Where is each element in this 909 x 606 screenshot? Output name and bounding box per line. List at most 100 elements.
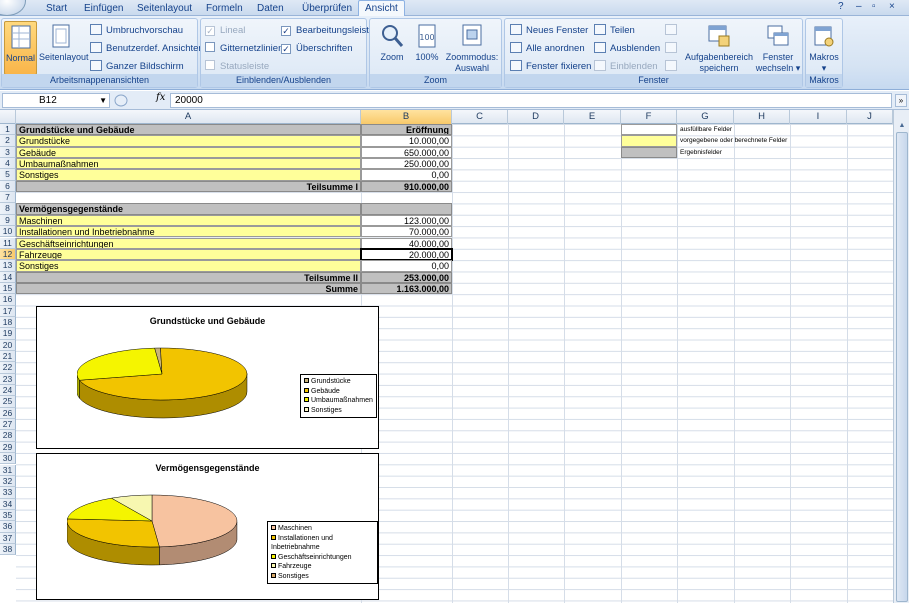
row-header-2[interactable]: 2: [0, 135, 16, 147]
row-header-23[interactable]: 23: [0, 373, 16, 386]
row-header-1[interactable]: 1: [0, 124, 16, 136]
cell-a12[interactable]: Fahrzeuge: [16, 248, 361, 261]
row-header-7[interactable]: 7: [0, 192, 16, 204]
help-icon[interactable]: ?: [838, 1, 844, 13]
row-header-28[interactable]: 28: [0, 430, 16, 442]
row-header-17[interactable]: 17: [0, 305, 16, 317]
column-header-d[interactable]: D: [508, 110, 564, 124]
worksheet-grid[interactable]: Grundstücke und Gebäude Eröffnung Grunds…: [16, 124, 893, 603]
formula-input[interactable]: 20000: [170, 93, 892, 108]
row-header-8[interactable]: 8: [0, 203, 16, 215]
cell-b4[interactable]: 250.000,00: [361, 158, 452, 170]
minimize-icon[interactable]: –: [856, 1, 862, 13]
cell-a9[interactable]: Maschinen: [16, 214, 361, 227]
page-layout-button[interactable]: Seitenlayout: [39, 21, 89, 75]
row-header-14[interactable]: 14: [0, 271, 16, 283]
fenster-fixieren-button[interactable]: Fenster fixieren ▾: [510, 59, 599, 75]
row-header-31[interactable]: 31: [0, 464, 16, 476]
cell-a1[interactable]: Grundstücke und Gebäude: [16, 124, 361, 136]
row-header-24[interactable]: 24: [0, 385, 16, 397]
lineal-checkbox[interactable]: ✓ Lineal: [205, 23, 245, 39]
column-header-j[interactable]: J: [847, 110, 893, 124]
row-header-15[interactable]: 15: [0, 282, 16, 295]
row-header-35[interactable]: 35: [0, 509, 16, 522]
cell-a2[interactable]: Grundstücke: [16, 135, 361, 147]
tab-ueberpruefen[interactable]: Überprüfen: [296, 2, 358, 16]
cell-a5[interactable]: Sonstiges: [16, 169, 361, 181]
row-header-36[interactable]: 36: [0, 521, 16, 533]
office-button[interactable]: [0, 0, 26, 16]
cell-a11[interactable]: Geschäftseinrichtungen: [16, 237, 361, 249]
zoom-button[interactable]: Zoom: [374, 21, 410, 75]
cell-a6[interactable]: Teilsumme I: [16, 180, 361, 193]
cell-a4[interactable]: Umbaumaßnahmen: [16, 158, 361, 170]
side-by-side-icon[interactable]: [665, 23, 677, 39]
row-header-9[interactable]: 9: [0, 214, 16, 227]
row-header-33[interactable]: 33: [0, 487, 16, 499]
row-header-4[interactable]: 4: [0, 158, 16, 170]
vertical-scrollbar[interactable]: ▲: [893, 110, 909, 603]
chart-grundstuecke[interactable]: Grundstücke und Gebäude Grundstücke Gebäu…: [36, 306, 379, 449]
tab-formeln[interactable]: Formeln: [200, 2, 249, 16]
row-header-19[interactable]: 19: [0, 328, 16, 340]
row-header-38[interactable]: 38: [0, 543, 16, 556]
tab-ansicht[interactable]: Ansicht: [358, 0, 405, 17]
expand-formula-icon[interactable]: »: [895, 94, 907, 107]
ueberschriften-checkbox[interactable]: ✓ Überschriften: [281, 41, 353, 57]
row-header-6[interactable]: 6: [0, 180, 16, 193]
scroll-up-icon[interactable]: ▲: [895, 120, 909, 132]
cell-b8[interactable]: [361, 203, 452, 215]
gitternetzlinien-checkbox[interactable]: Gitternetzlinien: [205, 41, 283, 57]
alle-anordnen-button[interactable]: Alle anordnen: [510, 41, 585, 57]
bearbeitungsleiste-checkbox[interactable]: ✓ Bearbeitungsleiste: [281, 23, 374, 39]
formula-circle-icon[interactable]: [114, 94, 128, 107]
close-icon[interactable]: ×: [889, 1, 895, 13]
cell-a8[interactable]: Vermögensgegenstände: [16, 203, 361, 215]
zoom-selection-button[interactable]: Zoommodus: Auswahl: [444, 21, 500, 75]
row-header-29[interactable]: 29: [0, 441, 16, 454]
sync-scroll-icon[interactable]: [665, 41, 677, 57]
row-header-3[interactable]: 3: [0, 146, 16, 159]
cell-a13[interactable]: Sonstiges: [16, 260, 361, 272]
cell-b13[interactable]: 0,00: [361, 260, 452, 272]
tab-daten[interactable]: Daten: [251, 2, 290, 16]
chevron-down-icon[interactable]: ▼: [99, 94, 107, 107]
row-header-20[interactable]: 20: [0, 339, 16, 351]
row-header-5[interactable]: 5: [0, 169, 16, 181]
einblenden-button[interactable]: Einblenden: [594, 59, 658, 75]
column-header-f[interactable]: F: [621, 110, 677, 124]
scrollbar-thumb[interactable]: [896, 132, 908, 602]
cell-b12-selected[interactable]: 20.000,00: [360, 247, 453, 262]
column-header-g[interactable]: G: [677, 110, 734, 124]
normal-view-button[interactable]: Normal: [4, 21, 37, 75]
cell-b3[interactable]: 650.000,00: [361, 146, 452, 159]
select-all-corner[interactable]: [0, 110, 16, 124]
cell-b6[interactable]: 910.000,00: [361, 180, 452, 193]
cell-a10[interactable]: Installationen und Inbetriebnahme: [16, 226, 361, 238]
ausblenden-button[interactable]: Ausblenden: [594, 41, 660, 57]
fenster-wechseln-button[interactable]: Fenster wechseln ▾: [755, 21, 801, 75]
statusleiste-checkbox[interactable]: Statusleiste: [205, 59, 269, 75]
cell-b14[interactable]: 253.000,00: [361, 271, 452, 283]
row-header-10[interactable]: 10: [0, 226, 16, 238]
neues-fenster-button[interactable]: Neues Fenster: [510, 23, 588, 39]
tab-start[interactable]: Start: [40, 2, 73, 16]
row-header-37[interactable]: 37: [0, 532, 16, 544]
name-box[interactable]: B12 ▼: [2, 93, 110, 108]
umbruchvorschau-button[interactable]: Umbruchvorschau: [90, 23, 183, 39]
ganzer-bildschirm-button[interactable]: Ganzer Bildschirm: [90, 59, 184, 75]
cell-a15[interactable]: Summe: [16, 282, 361, 295]
reset-position-icon[interactable]: [665, 59, 677, 75]
insert-function-icon[interactable]: fx: [156, 92, 165, 103]
cell-a14[interactable]: Teilsumme II: [16, 271, 361, 283]
cell-b15[interactable]: 1.163.000,00: [361, 282, 452, 295]
cell-b1[interactable]: Eröffnung: [361, 124, 452, 136]
row-header-22[interactable]: 22: [0, 362, 16, 374]
cell-b2[interactable]: 10.000,00: [361, 135, 452, 147]
row-header-21[interactable]: 21: [0, 351, 16, 363]
column-header-i[interactable]: I: [790, 110, 847, 124]
aufgabenbereich-speichern-button[interactable]: Aufgabenbereich speichern: [685, 21, 753, 75]
row-header-30[interactable]: 30: [0, 453, 16, 465]
row-header-18[interactable]: 18: [0, 316, 16, 329]
cell-b5[interactable]: 0,00: [361, 169, 452, 181]
